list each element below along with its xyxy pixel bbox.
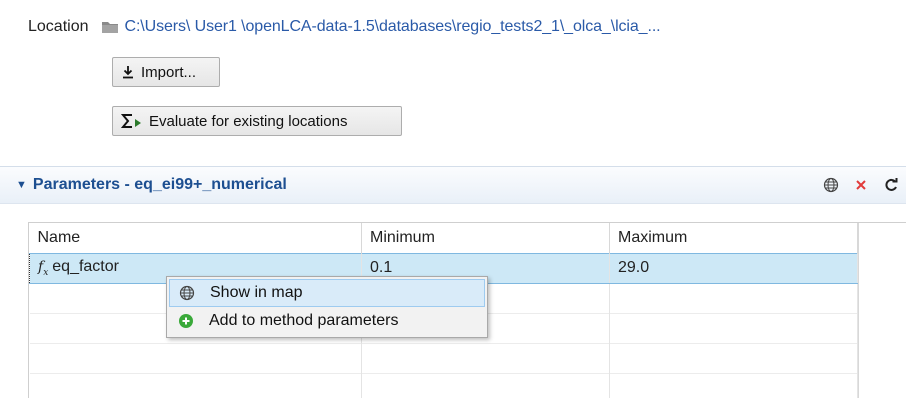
table-filler-column <box>858 223 906 398</box>
evaluate-button[interactable]: Evaluate for existing locations <box>112 106 402 136</box>
download-icon <box>121 65 135 79</box>
add-circle-icon <box>177 312 195 330</box>
delete-icon[interactable] <box>852 176 870 194</box>
row-name: eq_factor <box>52 258 119 276</box>
menu-item-add-to-method-parameters[interactable]: Add to method parameters <box>169 307 485 335</box>
sigma-play-icon <box>121 113 143 129</box>
context-menu: Show in map Add to method parameters <box>166 276 488 338</box>
folder-icon <box>101 20 119 34</box>
column-header-name[interactable]: Name <box>29 223 362 253</box>
globe-icon <box>178 284 196 302</box>
collapse-arrow-icon[interactable]: ▼ <box>16 179 27 191</box>
evaluate-label: Evaluate for existing locations <box>149 112 348 130</box>
table-row <box>29 342 858 373</box>
table-header-row: Name Minimum Maximum <box>29 223 858 253</box>
column-header-maximum[interactable]: Maximum <box>609 223 858 253</box>
location-row: Location C:\Users\ User1 \openLCA-data-1… <box>28 15 661 39</box>
import-label: Import... <box>141 63 197 81</box>
menu-item-label: Show in map <box>210 284 303 301</box>
location-path-link[interactable]: C:\Users\ User1 \openLCA-data-1.5\databa… <box>125 18 661 36</box>
table-row <box>29 372 858 398</box>
column-header-minimum[interactable]: Minimum <box>361 223 610 253</box>
section-toolbar <box>822 176 900 194</box>
menu-item-show-in-map[interactable]: Show in map <box>169 279 485 307</box>
cell-maximum[interactable]: 29.0 <box>609 252 858 284</box>
section-title: Parameters - eq_ei99+_numerical <box>32 176 287 193</box>
location-label: Location <box>28 18 89 35</box>
menu-item-label: Add to method parameters <box>209 312 399 329</box>
globe-icon[interactable] <box>822 176 840 194</box>
import-button[interactable]: Import... <box>112 57 220 87</box>
refresh-icon[interactable] <box>882 176 900 194</box>
parameters-section-header[interactable]: ▼ Parameters - eq_ei99+_numerical <box>0 166 906 204</box>
formula-icon: fx <box>38 259 49 278</box>
